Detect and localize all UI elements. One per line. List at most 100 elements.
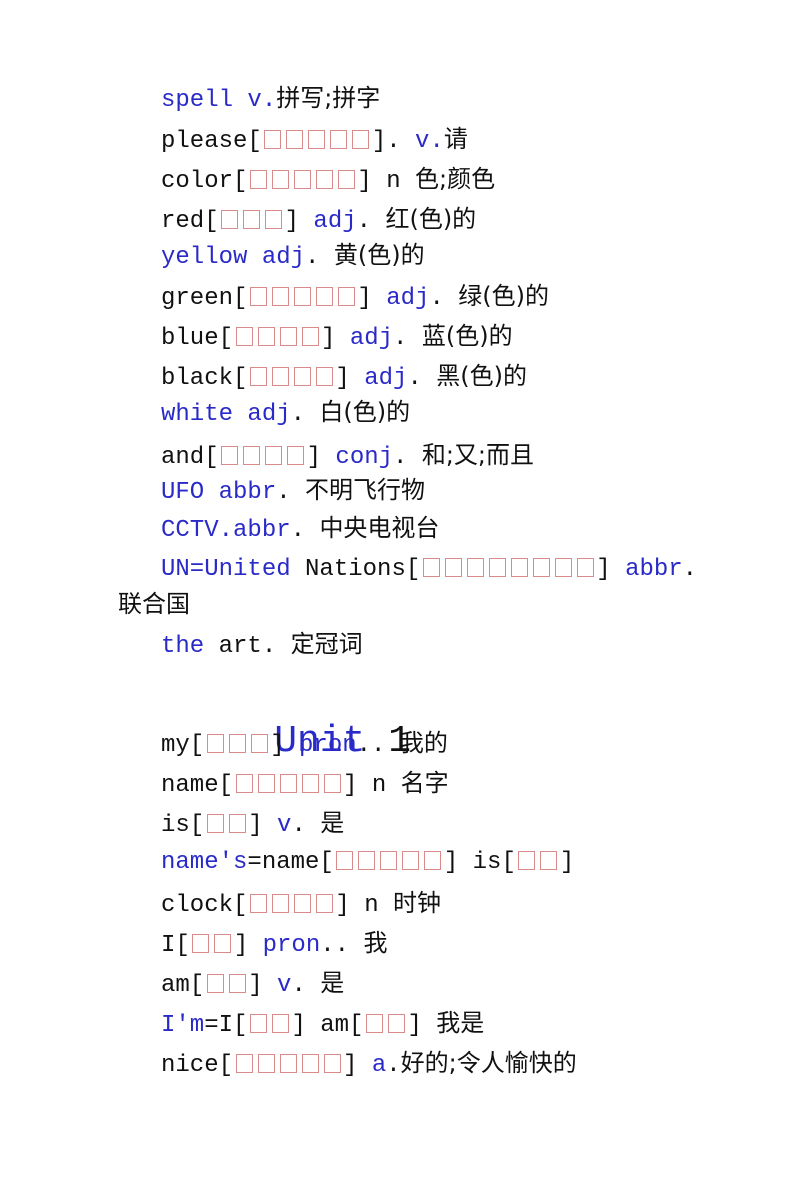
missing-phonetic-glyphs [247,286,357,316]
entry-text: . [290,401,320,428]
chinese-meaning: 好的;令人愉快的 [400,1049,577,1077]
keyword-text: adj [386,285,430,312]
missing-glyph-box [265,446,283,465]
keyword-text: name's [161,849,248,876]
keyword-text: conj [335,444,394,471]
entry-text: is[ [161,812,205,839]
entry-text: ] [335,365,365,392]
chinese-meaning: 时钟 [393,889,442,917]
chinese-meaning: 是 [320,969,345,997]
missing-glyph-box [257,327,275,346]
entry-text: black[ [161,365,248,392]
missing-glyph-box [271,170,289,189]
vocab-entry: UN=United Nations[] abbr. [161,555,697,587]
vocab-entry: the art. 定冠词 [161,629,363,662]
missing-glyph-box [293,287,311,306]
missing-phonetic-glyphs [262,129,372,159]
missing-glyph-box [466,558,484,577]
entry-text: Nations[ [290,556,421,583]
entry-text: ] [306,444,336,471]
missing-glyph-box [279,327,297,346]
entry-text: ] [270,732,300,759]
entry-text: green[ [161,285,248,312]
entry-text: . [393,325,422,352]
chinese-meaning: 色;颜色 [415,165,496,193]
missing-glyph-box [380,851,398,870]
chinese-meaning: 黑(色)的 [436,362,527,390]
entry-text: . [291,972,321,999]
vocab-entry: spell v.拼写;拼字 [161,83,380,116]
keyword-text: adj [364,365,408,392]
vocab-entry: yellow adj. 黄(色)的 [161,240,425,273]
vocab-entry: color[] n 色;颜色 [161,164,495,199]
missing-glyph-box [293,170,311,189]
missing-glyph-box [228,734,246,753]
missing-glyph-box [287,446,305,465]
vocab-entry: red[] adj. 红(色)的 [161,204,476,239]
entry-text: . [276,479,306,506]
missing-glyph-box [293,894,311,913]
entry-text: . [407,365,437,392]
chinese-meaning: 拼写;拼字 [276,84,381,112]
missing-glyph-box [352,130,370,149]
keyword-text: spell v. [161,87,277,114]
missing-glyph-box [228,974,246,993]
vocab-entry: and[] conj. 和;又;而且 [161,440,534,475]
missing-phonetic-glyphs [420,557,596,587]
entry-text: . [305,244,334,271]
missing-glyph-box [337,170,355,189]
keyword-text: UN=United [161,556,291,583]
missing-phonetic-glyphs [247,169,357,199]
entry-text: ] is[ [443,849,516,876]
missing-glyph-box [358,851,376,870]
entry-text: am[ [161,972,205,999]
vocab-entry: green[] adj. 绿(色)的 [161,281,549,316]
keyword-text: UFO abbr [161,479,277,506]
missing-phonetic-glyphs [204,813,248,843]
missing-phonetic-glyphs [334,850,444,880]
vocab-entry: blue[] adj. 蓝(色)的 [161,321,513,356]
missing-phonetic-glyphs [204,733,270,763]
missing-glyph-box [301,774,319,793]
missing-glyph-box [250,734,268,753]
missing-glyph-box [402,851,420,870]
entry-text: ] [559,849,575,876]
missing-phonetic-glyphs [233,1053,343,1083]
keyword-text: v [277,812,292,839]
entry-text: clock[ [161,892,248,919]
entry-text: . [291,812,321,839]
missing-glyph-box [271,894,289,913]
keyword-text: a [371,1052,387,1079]
missing-glyph-box [576,558,594,577]
missing-glyph-box [308,130,326,149]
missing-glyph-box [206,814,224,833]
keyword-text: v. [415,128,444,155]
entry-text: =name[ [247,849,334,876]
missing-glyph-box [235,327,253,346]
chinese-meaning: 蓝(色)的 [421,322,513,350]
missing-glyph-box [286,130,304,149]
missing-glyph-box [510,558,528,577]
missing-phonetic-glyphs [233,326,321,356]
missing-glyph-box [214,934,232,953]
entry-text: . [393,444,422,471]
chinese-meaning: 是 [320,809,345,837]
entry-text: ] am[ [291,1012,364,1039]
missing-glyph-box [279,774,297,793]
entry-text: . [290,517,320,544]
keyword-text: the [161,633,205,660]
missing-glyph-box [206,974,224,993]
chinese-meaning: 和;又;而且 [421,441,535,469]
keyword-text: adj [349,325,394,352]
missing-phonetic-glyphs [247,366,335,396]
missing-glyph-box [315,367,333,386]
keyword-text: abbr [625,556,683,583]
vocab-entry: name's=name[ ] is[] [161,848,574,880]
missing-glyph-box [337,287,355,306]
vocab-entry: I'm=I[] am[] 我是 [161,1008,484,1043]
entry-text: .. [320,932,364,959]
vocab-entry: black[] adj. 黑(色)的 [161,361,527,396]
entry-text: ] [248,972,278,999]
entry-text: nice[ [161,1052,234,1079]
missing-glyph-box [249,170,267,189]
